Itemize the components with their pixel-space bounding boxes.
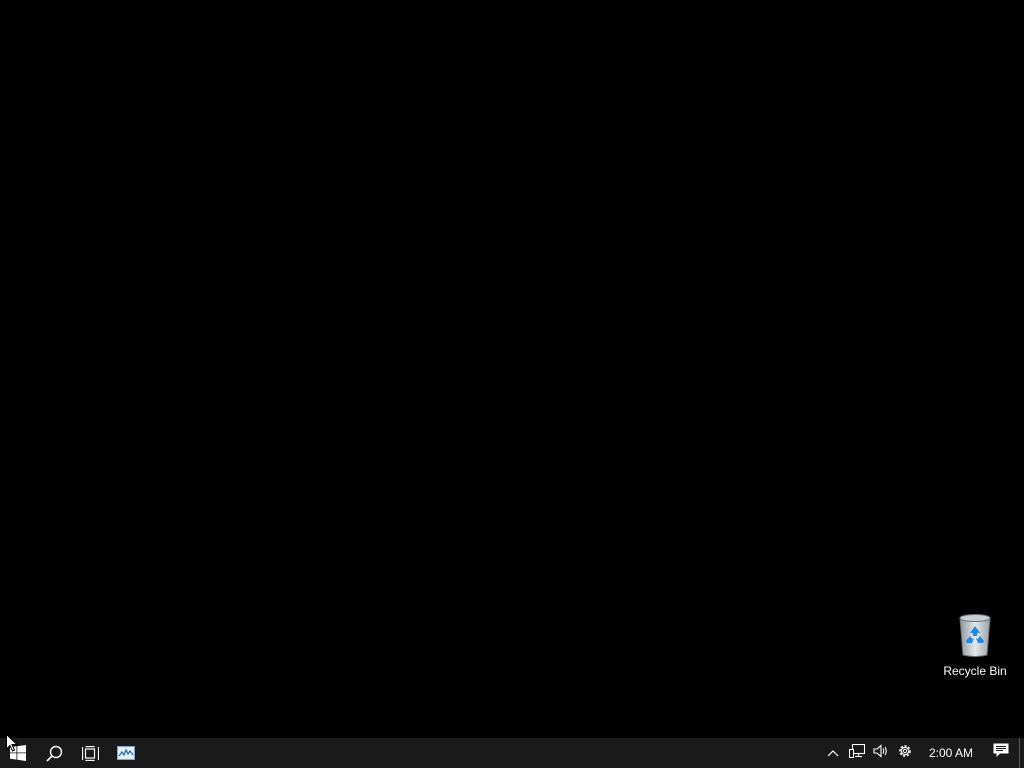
- taskbar: 2:00 AM: [0, 738, 1024, 768]
- chevron-up-icon: [827, 744, 839, 762]
- recycle-bin-icon: [954, 612, 996, 658]
- system-tray: 2:00 AM: [821, 738, 1024, 768]
- windows-logo-icon: [10, 745, 26, 761]
- settings-tray-button[interactable]: [893, 738, 917, 768]
- taskbar-clock[interactable]: 2:00 AM: [917, 738, 983, 768]
- start-button[interactable]: [0, 738, 36, 768]
- show-desktop-button[interactable]: [1019, 738, 1024, 768]
- volume-tray-button[interactable]: [869, 738, 893, 768]
- performance-monitor-icon: [117, 746, 135, 760]
- show-hidden-icons-button[interactable]: [821, 738, 845, 768]
- network-icon: [848, 743, 866, 763]
- action-center-button[interactable]: [983, 738, 1019, 768]
- desktop[interactable]: Recycle Bin: [0, 0, 1024, 738]
- task-view-icon: [81, 745, 99, 761]
- search-icon: [45, 745, 63, 762]
- action-center-icon: [993, 743, 1009, 763]
- desktop-icon-recycle-bin[interactable]: Recycle Bin: [938, 612, 1012, 684]
- task-view-button[interactable]: [72, 738, 108, 768]
- settings-gear-icon: [897, 743, 913, 764]
- desktop-icon-label: Recycle Bin: [943, 664, 1007, 678]
- volume-icon: [873, 743, 889, 763]
- taskbar-app-performance-monitor[interactable]: [108, 738, 144, 768]
- search-button[interactable]: [36, 738, 72, 768]
- network-tray-button[interactable]: [845, 738, 869, 768]
